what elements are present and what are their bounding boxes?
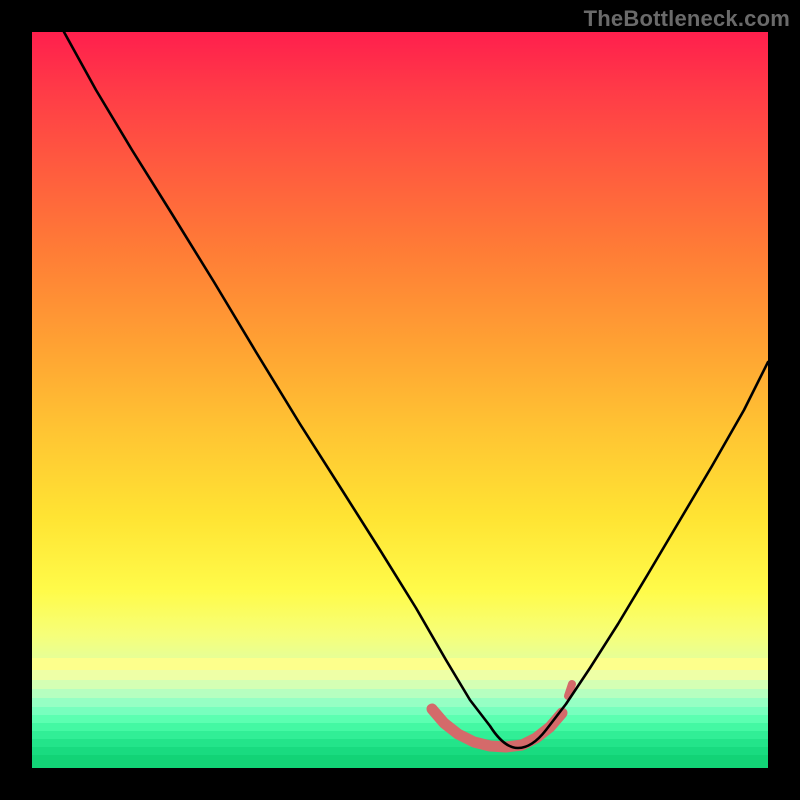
highlight-segment bbox=[432, 709, 562, 747]
chart-frame: TheBottleneck.com bbox=[0, 0, 800, 800]
plot-area bbox=[32, 32, 768, 768]
curve-layer bbox=[32, 32, 768, 768]
bottleneck-curve bbox=[64, 32, 768, 748]
watermark-text: TheBottleneck.com bbox=[584, 6, 790, 32]
